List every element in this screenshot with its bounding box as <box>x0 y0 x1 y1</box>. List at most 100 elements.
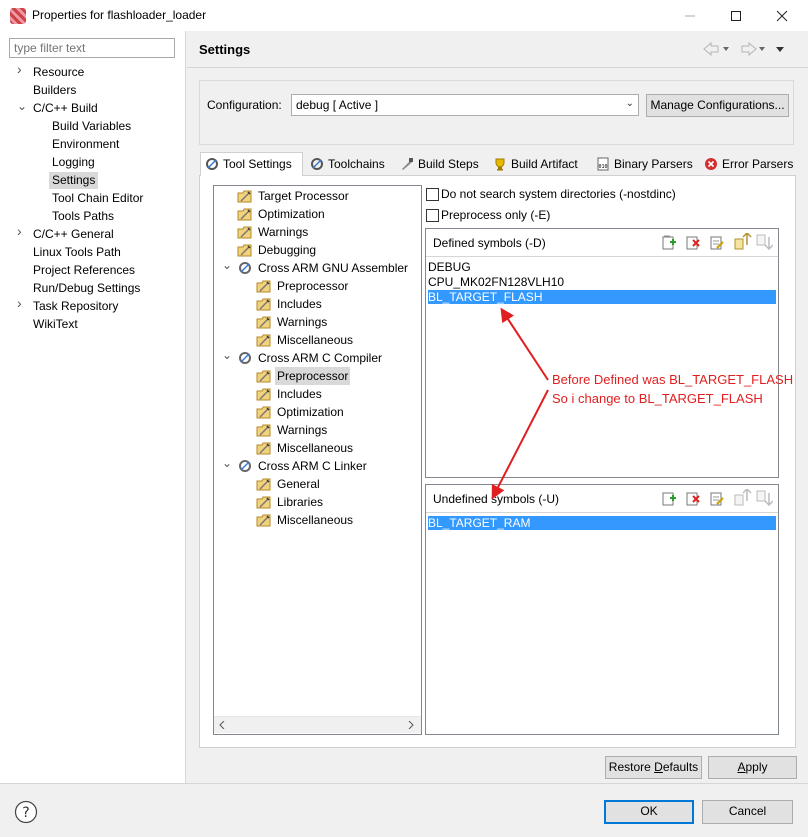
minimize-icon <box>685 15 695 16</box>
tool-tree-item-cross-arm-gnu-assembler[interactable]: Cross ARM GNU Assembler <box>258 259 408 277</box>
nav-item-run-debug-settings[interactable]: Run/Debug Settings <box>33 280 140 297</box>
tab-build-steps[interactable]: Build Steps <box>396 153 488 175</box>
minimize-button[interactable] <box>667 0 713 31</box>
tool-tree-item-debugging[interactable]: Debugging <box>258 241 316 259</box>
preprocess-only-label: Preprocess only (-E) <box>441 208 551 222</box>
tool-tree-item-warnings[interactable]: Warnings <box>277 421 327 439</box>
tab-toolchains[interactable]: Toolchains <box>306 153 394 175</box>
option-folder-icon <box>256 316 271 329</box>
symbol-list-item[interactable]: BL_TARGET_RAM <box>428 516 776 530</box>
nostdinc-label: Do not search system directories (-nostd… <box>441 187 676 201</box>
maximize-button[interactable] <box>713 0 759 31</box>
move-down-icon[interactable] <box>756 490 773 507</box>
restore-defaults-button[interactable]: Restore Defaults <box>605 756 702 779</box>
tool-tree-item-libraries[interactable]: Libraries <box>277 493 323 511</box>
scroll-right-icon[interactable] <box>407 721 415 729</box>
forward-arrow-icon[interactable] <box>741 41 765 57</box>
help-icon[interactable]: ? <box>14 800 38 824</box>
nav-item-tools-paths[interactable]: Tools Paths <box>52 208 114 225</box>
tab-binary-parsers[interactable]: 010 Binary Parsers <box>592 153 698 175</box>
tool-icon <box>239 460 251 472</box>
configuration-value: debug [ Active ] <box>296 98 379 112</box>
nav-item-build-variables[interactable]: Build Variables <box>52 118 131 135</box>
nav-item-logging[interactable]: Logging <box>52 154 95 171</box>
tool-tree-item-target-processor[interactable]: Target Processor <box>258 187 349 205</box>
restore-label-start: Restore <box>608 760 655 774</box>
back-arrow-icon[interactable] <box>703 41 729 57</box>
close-button[interactable] <box>759 0 805 31</box>
nav-item-resource[interactable]: Resource <box>33 64 84 81</box>
annotation-line-1: Before Defined was BL_TARGET_FLASH <box>552 372 794 387</box>
nav-item-linux-tools-path[interactable]: Linux Tools Path <box>33 244 121 261</box>
tool-icon <box>239 352 251 364</box>
nav-item-task-repository[interactable]: Task Repository <box>33 298 118 315</box>
symbol-list-item[interactable]: DEBUG <box>428 260 471 274</box>
tab-build-artifact[interactable]: Build Artifact <box>489 153 590 175</box>
option-folder-icon <box>256 496 271 509</box>
scroll-left-icon[interactable] <box>218 721 226 729</box>
move-down-icon[interactable] <box>756 234 773 251</box>
move-up-icon[interactable] <box>734 233 752 250</box>
tool-tree-item-optimization[interactable]: Optimization <box>258 205 325 223</box>
collapsed-chevron-icon[interactable]: › <box>17 224 27 238</box>
header-separator <box>187 67 808 68</box>
preprocess-only-checkbox[interactable] <box>426 209 439 222</box>
nav-item-environment[interactable]: Environment <box>52 136 119 153</box>
build-steps-icon <box>402 158 413 170</box>
symbol-list-item[interactable]: CPU_MK02FN128VLH10 <box>428 275 564 289</box>
tab-tool-settings[interactable]: Tool Settings <box>200 152 303 176</box>
option-folder-icon <box>237 226 252 239</box>
nav-item-builders[interactable]: Builders <box>33 82 76 99</box>
tool-tree-item-preprocessor[interactable]: Preprocessor <box>277 277 348 295</box>
configuration-select[interactable]: debug [ Active ] ⌄ <box>291 94 639 116</box>
apply-mnemonic: A <box>737 760 746 774</box>
nostdinc-checkbox[interactable] <box>426 188 439 201</box>
expanded-chevron-icon[interactable]: ⌄ <box>222 349 232 361</box>
collapsed-chevron-icon[interactable]: › <box>17 62 27 76</box>
apply-button[interactable]: Apply <box>708 756 797 779</box>
cancel-button[interactable]: Cancel <box>702 800 793 824</box>
tool-tree-item-includes[interactable]: Includes <box>277 295 322 313</box>
nav-item-tool-chain-editor[interactable]: Tool Chain Editor <box>52 190 143 207</box>
app-icon <box>10 8 26 24</box>
edit-icon[interactable] <box>710 492 724 506</box>
edit-icon[interactable] <box>710 236 724 250</box>
option-folder-icon <box>256 424 271 437</box>
tool-tree-item-miscellaneous[interactable]: Miscellaneous <box>277 331 353 349</box>
horizontal-scrollbar[interactable] <box>214 716 421 733</box>
view-menu-icon[interactable] <box>776 47 784 52</box>
tool-tree-item-general[interactable]: General <box>277 475 320 493</box>
tool-tree-item-cross-arm-c-linker[interactable]: Cross ARM C Linker <box>258 457 367 475</box>
nav-item-settings[interactable]: Settings <box>49 172 99 189</box>
delete-icon[interactable] <box>686 492 700 506</box>
tab-label: Binary Parsers <box>614 157 693 171</box>
add-icon[interactable] <box>662 492 676 506</box>
tool-tree-item-optimization[interactable]: Optimization <box>277 403 344 421</box>
collapsed-chevron-icon[interactable]: › <box>17 296 27 310</box>
expanded-chevron-icon[interactable]: ⌄ <box>222 457 232 469</box>
nav-item-c-c-general[interactable]: C/C++ General <box>33 226 114 243</box>
tab-label: Error Parsers <box>722 157 794 171</box>
tool-tree-item-miscellaneous[interactable]: Miscellaneous <box>277 511 353 529</box>
expanded-chevron-icon[interactable]: ⌄ <box>17 100 27 112</box>
filter-input[interactable] <box>9 38 175 58</box>
tool-tree-item-miscellaneous[interactable]: Miscellaneous <box>277 439 353 457</box>
option-folder-icon <box>256 406 271 419</box>
tab-error-parsers[interactable]: Error Parsers <box>700 153 793 175</box>
tool-tree-item-includes[interactable]: Includes <box>277 385 322 403</box>
tool-tree-item-preprocessor[interactable]: Preprocessor <box>275 367 351 385</box>
ok-button[interactable]: OK <box>604 800 694 824</box>
nav-item-wikitext[interactable]: WikiText <box>33 316 78 333</box>
tool-tree-item-warnings[interactable]: Warnings <box>258 223 308 241</box>
nav-item-c-c-build[interactable]: C/C++ Build <box>33 100 98 117</box>
manage-configurations-button[interactable]: Manage Configurations... <box>646 94 789 117</box>
expanded-chevron-icon[interactable]: ⌄ <box>222 259 232 271</box>
move-up-icon[interactable] <box>734 489 752 506</box>
build-artifact-icon <box>495 158 505 171</box>
delete-icon[interactable] <box>686 236 700 250</box>
tool-tree-item-cross-arm-c-compiler[interactable]: Cross ARM C Compiler <box>258 349 382 367</box>
footer-separator <box>0 783 808 784</box>
nav-item-project-references[interactable]: Project References <box>33 262 135 279</box>
tool-tree-item-warnings[interactable]: Warnings <box>277 313 327 331</box>
add-icon[interactable] <box>662 235 676 250</box>
